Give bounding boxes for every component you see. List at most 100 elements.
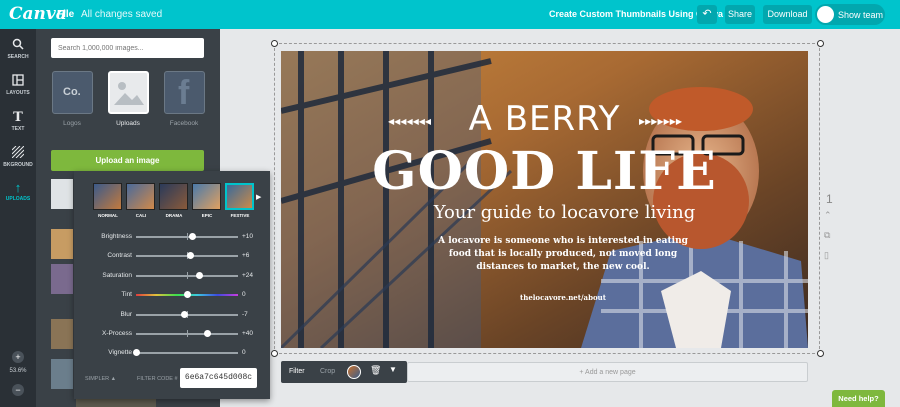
headline-big[interactable]: GOOD LIFE (281, 141, 808, 202)
search-input[interactable] (51, 38, 204, 58)
avatar (817, 6, 834, 23)
filter-code-field[interactable]: 6e6a7c645d008c (180, 368, 257, 388)
simpler-toggle[interactable]: SIMPLER ▲ (85, 376, 116, 382)
left-arrow-ornament: ◀◀◀◀◀◀◀ (388, 117, 432, 126)
share-button[interactable]: Share (725, 5, 755, 24)
filter-preset-normal[interactable] (93, 183, 122, 210)
tint-value: 0 (242, 291, 246, 299)
resize-handle[interactable] (271, 40, 278, 47)
x-process-value: +40 (242, 330, 254, 337)
image-toolbar: Filter Crop 🗑 ▼ (281, 361, 407, 383)
filter-preset-label: CALI (135, 213, 147, 218)
contrast-slider[interactable] (136, 252, 238, 260)
zoom-level: 53.6% (9, 368, 27, 374)
design-page[interactable]: A BERRY ◀◀◀◀◀◀◀ ▶▶▶▶▶▶▶ GOOD LIFE Your g… (281, 51, 808, 348)
filter-preset-label: NORMAL (98, 213, 118, 218)
vignette-label: Vignette (108, 349, 132, 357)
show-team-label: Show team (838, 10, 884, 20)
source-label-logos: Logos (63, 120, 81, 127)
rail-item-layouts[interactable]: LAYOUTS (0, 71, 36, 105)
saturation-slider[interactable] (136, 271, 238, 279)
rail-item-text[interactable]: T TEXT (0, 107, 36, 141)
download-button[interactable]: Download (763, 5, 812, 24)
body-text[interactable]: A locavore is someone who is interested … (433, 235, 693, 274)
blur-label: Blur (120, 310, 132, 318)
upload-thumbnail-row[interactable] (76, 399, 156, 407)
resize-handle[interactable] (817, 40, 824, 47)
slider-knob[interactable] (189, 233, 197, 240)
filter-preset-label: FESTIVE (230, 213, 250, 218)
next-presets-icon[interactable]: ▶ (256, 193, 261, 201)
rail-label-search: SEARCH (7, 54, 29, 60)
headline-small[interactable]: A BERRY (281, 99, 808, 139)
saturation-label: Saturation (102, 271, 132, 279)
filter-preset-epic[interactable] (192, 183, 221, 210)
uploads-source-tile[interactable] (108, 71, 149, 114)
facebook-icon: f (178, 74, 190, 112)
trash-icon[interactable]: 🗑 (370, 365, 381, 376)
source-label-uploads: Uploads (116, 120, 140, 127)
file-menu[interactable]: File (57, 9, 74, 20)
brightness-slider[interactable] (136, 233, 238, 240)
resize-handle[interactable] (817, 350, 824, 357)
slider-center-tick (187, 271, 188, 279)
layouts-icon (0, 74, 36, 90)
image-thumbnail-icon[interactable] (347, 365, 361, 379)
slider-center-tick (187, 330, 188, 337)
blur-value: -7 (242, 310, 248, 318)
vignette-slider[interactable] (133, 349, 238, 357)
upload-thumbnail[interactable] (51, 359, 73, 389)
tint-slider[interactable] (136, 291, 238, 299)
source-label-facebook: Facebook (169, 120, 199, 127)
saturation-value: +24 (242, 271, 254, 279)
blur-slider[interactable] (136, 310, 238, 318)
need-help-button[interactable]: Need help? (832, 390, 885, 407)
slider-knob[interactable] (184, 291, 191, 299)
delete-page-icon[interactable]: ▯ (824, 250, 829, 261)
background-icon (0, 145, 36, 162)
show-team-button[interactable]: Show team (815, 4, 885, 25)
upload-thumbnail[interactable] (51, 319, 73, 349)
contrast-label: Contrast (107, 252, 132, 260)
logos-source-tile[interactable]: Co. (52, 71, 93, 114)
move-up-icon[interactable]: ⌃ (824, 210, 832, 221)
subhead[interactable]: Your guide to locavore living (281, 202, 808, 223)
slider-knob[interactable] (196, 271, 204, 279)
slider-knob[interactable] (133, 349, 140, 357)
crop-button[interactable]: Crop (320, 368, 335, 375)
upload-thumbnail[interactable] (51, 264, 73, 294)
slider-knob[interactable] (204, 330, 212, 337)
add-page-button[interactable]: + Add a new page (407, 362, 808, 382)
filter-preset-cali[interactable] (126, 183, 155, 210)
rail-item-search[interactable]: SEARCH (0, 35, 36, 69)
filter-preset-drama[interactable] (159, 183, 188, 210)
vignette-value: 0 (242, 349, 246, 357)
image-placeholder-icon (114, 82, 144, 105)
top-bar: Canva File All changes saved Create Cust… (0, 0, 900, 29)
filter-panel: NORMAL CALI DRAMA EPIC FESTIVE ▶ Brightn… (74, 171, 270, 399)
filter-preset-festive[interactable] (225, 183, 254, 210)
facebook-source-tile[interactable]: f (164, 71, 205, 114)
rail-label-uploads: UPLOADS (5, 196, 31, 202)
zoom-in-button[interactable]: + (12, 351, 24, 363)
url-text[interactable]: thelocavore.net/about (433, 293, 693, 302)
filter-button[interactable]: Filter (289, 368, 305, 375)
upload-thumbnail[interactable] (51, 229, 73, 259)
resize-handle[interactable] (271, 350, 278, 357)
rail-label-background: BKGROUND (3, 162, 33, 168)
chevron-down-icon[interactable]: ▼ (389, 365, 397, 374)
slider-knob[interactable] (187, 252, 195, 260)
rail-item-background[interactable]: BKGROUND (0, 143, 36, 177)
zoom-out-button[interactable]: − (12, 384, 24, 396)
slider-knob[interactable] (180, 310, 188, 318)
upload-image-button[interactable]: Upload an image (51, 150, 204, 171)
undo-button[interactable]: ↶ (697, 5, 717, 24)
rail-item-uploads[interactable]: ↑ UPLOADS (0, 177, 36, 211)
x-process-slider[interactable] (136, 330, 238, 337)
contrast-value: +6 (242, 252, 250, 260)
brightness-label: Brightness (101, 233, 132, 240)
filter-code-label: FILTER CODE # (137, 376, 178, 382)
upload-thumbnail[interactable] (51, 179, 73, 209)
copy-page-icon[interactable]: ⧉ (824, 230, 830, 241)
rail-label-text: TEXT (11, 126, 25, 132)
